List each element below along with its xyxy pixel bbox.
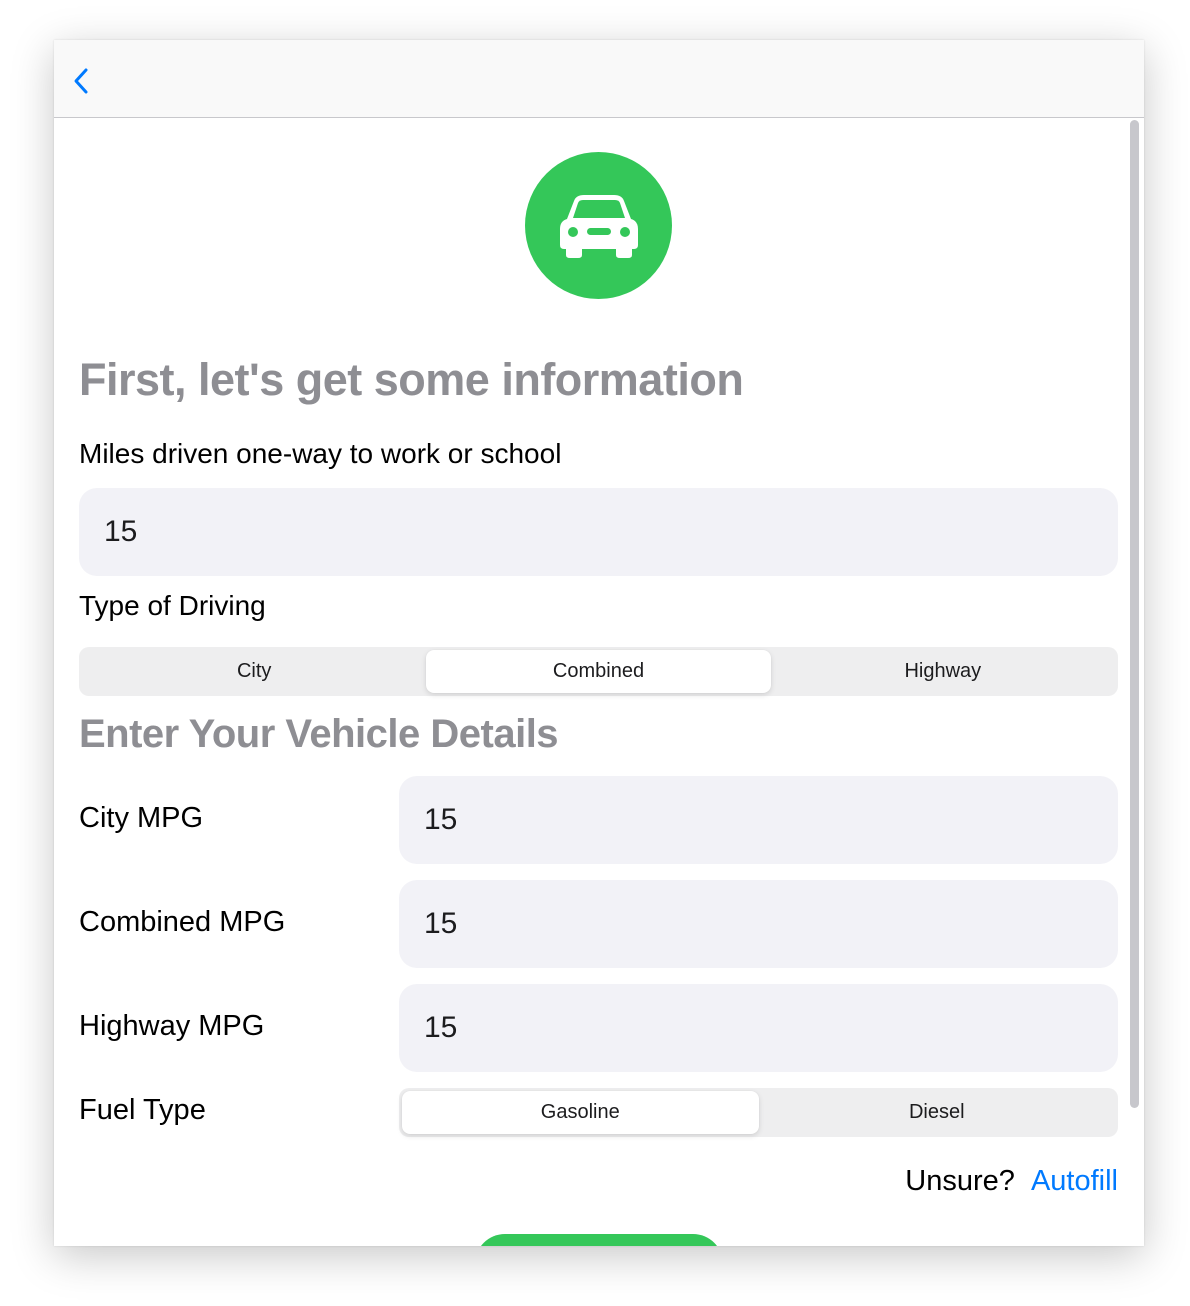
miles-label: Miles driven one-way to work or school (79, 438, 562, 469)
car-icon-badge (525, 152, 672, 299)
navigation-bar (54, 40, 1144, 118)
driving-type-label: Type of Driving (79, 590, 266, 621)
driving-type-segmented-control: City Combined Highway (79, 647, 1118, 696)
segment-diesel[interactable]: Diesel (759, 1091, 1116, 1134)
combined-mpg-value: 15 (424, 907, 458, 940)
fuel-type-label: Fuel Type (79, 1094, 206, 1126)
segment-combined[interactable]: Combined (426, 650, 771, 693)
city-mpg-label: City MPG (79, 802, 204, 834)
car-icon (559, 194, 638, 258)
unsure-label: Unsure? (905, 1165, 1015, 1197)
app-window: First, let's get some information Miles … (54, 40, 1144, 1246)
fuel-type-segmented-control: Gasoline Diesel (399, 1088, 1118, 1137)
highway-mpg-label: Highway MPG (79, 1010, 265, 1042)
combined-mpg-label: Combined MPG (79, 906, 286, 938)
miles-input[interactable]: 15 (79, 488, 1118, 576)
section-title-vehicle: Enter Your Vehicle Details (79, 712, 559, 756)
back-button[interactable] (68, 64, 94, 98)
chevron-left-icon (74, 68, 88, 94)
highway-mpg-value: 15 (424, 1011, 458, 1044)
city-mpg-input[interactable]: 15 (399, 776, 1118, 864)
scrollbar[interactable] (1130, 120, 1139, 1108)
section-title-info: First, let's get some information (79, 354, 744, 405)
combined-mpg-input[interactable]: 15 (399, 880, 1118, 968)
continue-button[interactable] (475, 1234, 723, 1246)
segment-highway[interactable]: Highway (771, 650, 1115, 693)
segment-city[interactable]: City (82, 650, 426, 693)
highway-mpg-input[interactable]: 15 (399, 984, 1118, 1072)
autofill-row: Unsure? Autofill (905, 1165, 1118, 1198)
city-mpg-value: 15 (424, 803, 458, 836)
miles-value: 15 (104, 515, 138, 548)
autofill-link[interactable]: Autofill (1031, 1165, 1118, 1197)
segment-gasoline[interactable]: Gasoline (402, 1091, 759, 1134)
